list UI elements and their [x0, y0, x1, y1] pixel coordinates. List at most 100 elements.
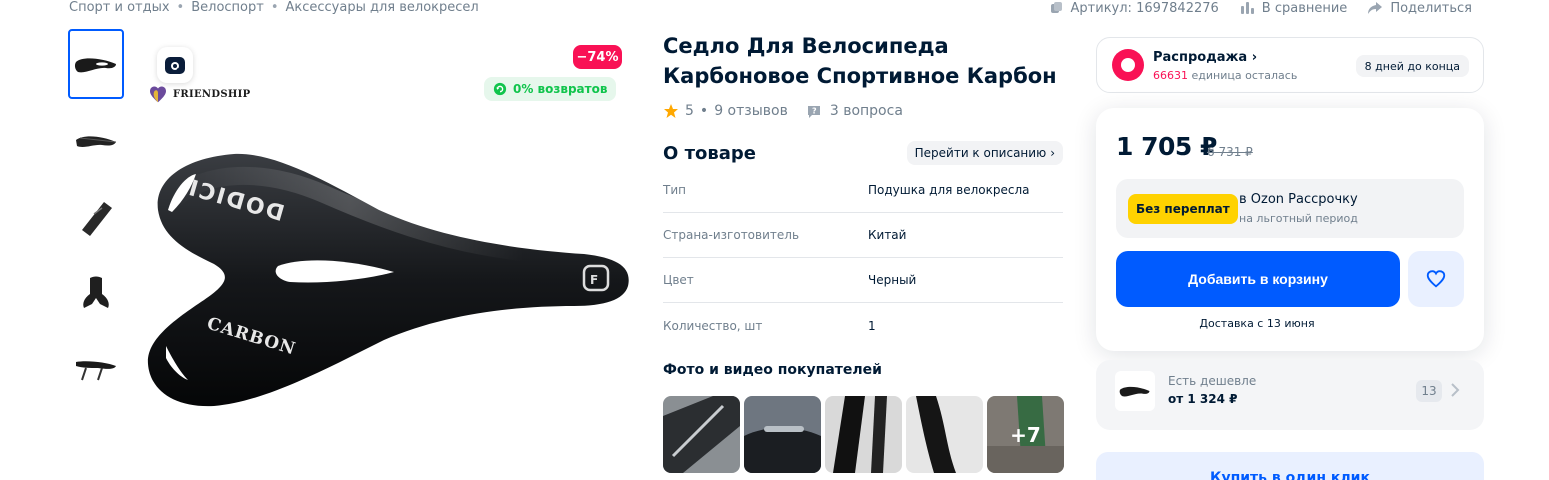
- discount-badge: −74%: [573, 45, 622, 69]
- breadcrumb-cycling[interactable]: Велоспорт: [191, 0, 264, 15]
- customer-photos: +7: [663, 396, 1064, 473]
- saddle-thumbnail-image: [76, 361, 116, 381]
- breadcrumb-saddle-accessories[interactable]: Аксессуары для велокресел: [286, 0, 479, 15]
- saddle-thumbnail-image: [83, 276, 109, 308]
- returns-badge[interactable]: 0% возвратов: [484, 77, 617, 101]
- thumbnail-list: [68, 29, 124, 409]
- goto-description-button[interactable]: Перейти к описанию ›: [906, 141, 1063, 165]
- sale-banner[interactable]: Распродажа › 66631 единица осталась 8 дн…: [1096, 37, 1484, 93]
- compare-icon: [1240, 2, 1254, 14]
- spec-value: 1: [868, 318, 876, 333]
- breadcrumb-sport[interactable]: Спорт и отдых: [69, 0, 170, 15]
- customer-photo[interactable]: [825, 396, 902, 473]
- customer-photo-image: [744, 396, 821, 473]
- article-text: Артикул: 1697842276: [1070, 0, 1219, 16]
- about-title: О товаре: [663, 142, 756, 164]
- copy-icon: [1050, 2, 1062, 13]
- delivery-date: Доставка с 13 июня: [1199, 317, 1315, 330]
- saddle-thumbnail-image: [74, 58, 116, 73]
- thumbnail-3[interactable]: [68, 181, 124, 251]
- rating-summary[interactable]: 5 • 9 отзывов ? 3 вопроса: [663, 103, 903, 119]
- spec-row: Цвет Черный: [663, 258, 1063, 303]
- customer-photo[interactable]: [744, 396, 821, 473]
- cheaper-label: Есть дешевле: [1168, 374, 1257, 388]
- questions-link[interactable]: ? 3 вопроса: [806, 103, 903, 119]
- sale-stock: 66631 единица осталась: [1153, 69, 1297, 82]
- sale-logo-icon: [1112, 49, 1144, 81]
- spec-key: Цвет: [663, 273, 694, 287]
- brand-name-text: FRIENDSHIP: [173, 88, 251, 100]
- old-price: 6 731 ₽: [1207, 145, 1253, 159]
- sale-days-left: 8 дней до конца: [1355, 55, 1469, 77]
- breadcrumb: Спорт и отдых • Велоспорт • Аксессуары д…: [69, 0, 479, 15]
- thumbnail-2[interactable]: [68, 105, 124, 175]
- svg-text:?: ?: [812, 107, 817, 116]
- product-meta-links: Артикул: 1697842276 В сравнение Поделить…: [1048, 0, 1472, 16]
- favorite-button[interactable]: [1408, 251, 1464, 307]
- customer-photo[interactable]: [663, 396, 740, 473]
- installment-subtitle: на льготный период: [1239, 212, 1358, 225]
- question-bubble-icon: ?: [807, 106, 820, 118]
- thumbnail-4[interactable]: [68, 257, 124, 327]
- returns-label: 0% возвратов: [513, 82, 608, 96]
- buy-one-click-label: Купить в один клик: [1210, 470, 1370, 480]
- buy-one-click-button[interactable]: Купить в один клик: [1096, 452, 1484, 480]
- saddle-thumbnail-image: [1119, 386, 1150, 397]
- spec-value: Подушка для велокресла: [868, 183, 1030, 197]
- product-title: Седло Для Велосипеда Карбоновое Спортивн…: [663, 34, 1057, 88]
- share-icon: [1368, 2, 1383, 14]
- spec-table: Тип Подушка для велокресла Страна-изгото…: [663, 168, 1063, 348]
- compare-link[interactable]: В сравнение: [1239, 0, 1348, 16]
- thumbnail-1[interactable]: [68, 29, 124, 99]
- price-card: 1 705 ₽ 6 731 ₽ Без переплат в Ozon Расс…: [1096, 108, 1484, 351]
- heart-logo-icon: [150, 86, 166, 103]
- top-bar: Спорт и отдых • Велоспорт • Аксессуары д…: [0, 0, 1549, 18]
- questions-count: 3 вопроса: [829, 103, 903, 119]
- spec-key: Количество, шт: [663, 318, 763, 333]
- spec-value: Черный: [868, 273, 917, 287]
- spec-row: Количество, шт 1: [663, 303, 1063, 348]
- current-price: 1 705 ₽: [1116, 132, 1217, 161]
- breadcrumb-separator: •: [176, 0, 185, 15]
- customer-photo-more[interactable]: +7: [987, 396, 1064, 473]
- breadcrumb-separator: •: [270, 0, 279, 15]
- spec-row: Тип Подушка для велокресла: [663, 168, 1063, 213]
- compare-label: В сравнение: [1261, 0, 1348, 16]
- chevron-right-icon: ›: [1251, 50, 1258, 65]
- share-link[interactable]: Поделиться: [1367, 0, 1472, 16]
- star-icon: [664, 104, 678, 118]
- customer-photos-title: Фото и видео покупателей: [663, 362, 882, 378]
- brand-name[interactable]: FRIENDSHIP: [147, 83, 250, 105]
- saddle-thumbnail-image: [82, 202, 112, 236]
- returns-icon: [493, 82, 507, 96]
- add-to-cart-button[interactable]: Добавить в корзину: [1116, 251, 1400, 307]
- article-number[interactable]: Артикул: 1697842276: [1048, 0, 1219, 16]
- product-main-image[interactable]: DODICI CARBON F: [144, 150, 634, 410]
- stock-count: 66631: [1153, 69, 1188, 82]
- rating-dot: •: [699, 103, 709, 119]
- customer-photo-image: [825, 396, 902, 473]
- customer-photo[interactable]: [906, 396, 983, 473]
- more-photos-count: +7: [987, 396, 1064, 473]
- sale-title: Распродажа ›: [1153, 50, 1258, 65]
- thumbnail-5[interactable]: [68, 333, 124, 403]
- chevron-right-icon: ›: [1050, 146, 1055, 160]
- goto-description-label: Перейти к описанию: [914, 146, 1047, 160]
- spec-key: Тип: [663, 183, 686, 197]
- installment-title: в Ozon Рассрочку: [1239, 192, 1358, 207]
- saddle-thumbnail-image: [76, 136, 117, 147]
- customer-photo-image: [906, 396, 983, 473]
- spec-row: Страна-изготовитель Китай: [663, 213, 1063, 258]
- cheaper-price: от 1 324 ₽: [1168, 392, 1238, 406]
- about-section-header: О товаре Перейти к описанию ›: [663, 141, 1063, 165]
- stock-suffix: единица осталась: [1188, 69, 1298, 82]
- rating-value: 5: [685, 103, 694, 119]
- chevron-right-icon: [1451, 383, 1460, 397]
- spec-value: Китай: [868, 228, 907, 242]
- brand-logo-icon[interactable]: [157, 47, 193, 83]
- camera-search-icon: [165, 57, 185, 74]
- installment-badge: Без переплат: [1128, 194, 1238, 224]
- installment-offer[interactable]: Без переплат в Ozon Рассрочку на льготны…: [1116, 179, 1464, 238]
- reviews-count[interactable]: 9 отзывов: [714, 103, 788, 119]
- cheaper-offers[interactable]: Есть дешевле от 1 324 ₽ 13: [1096, 360, 1484, 430]
